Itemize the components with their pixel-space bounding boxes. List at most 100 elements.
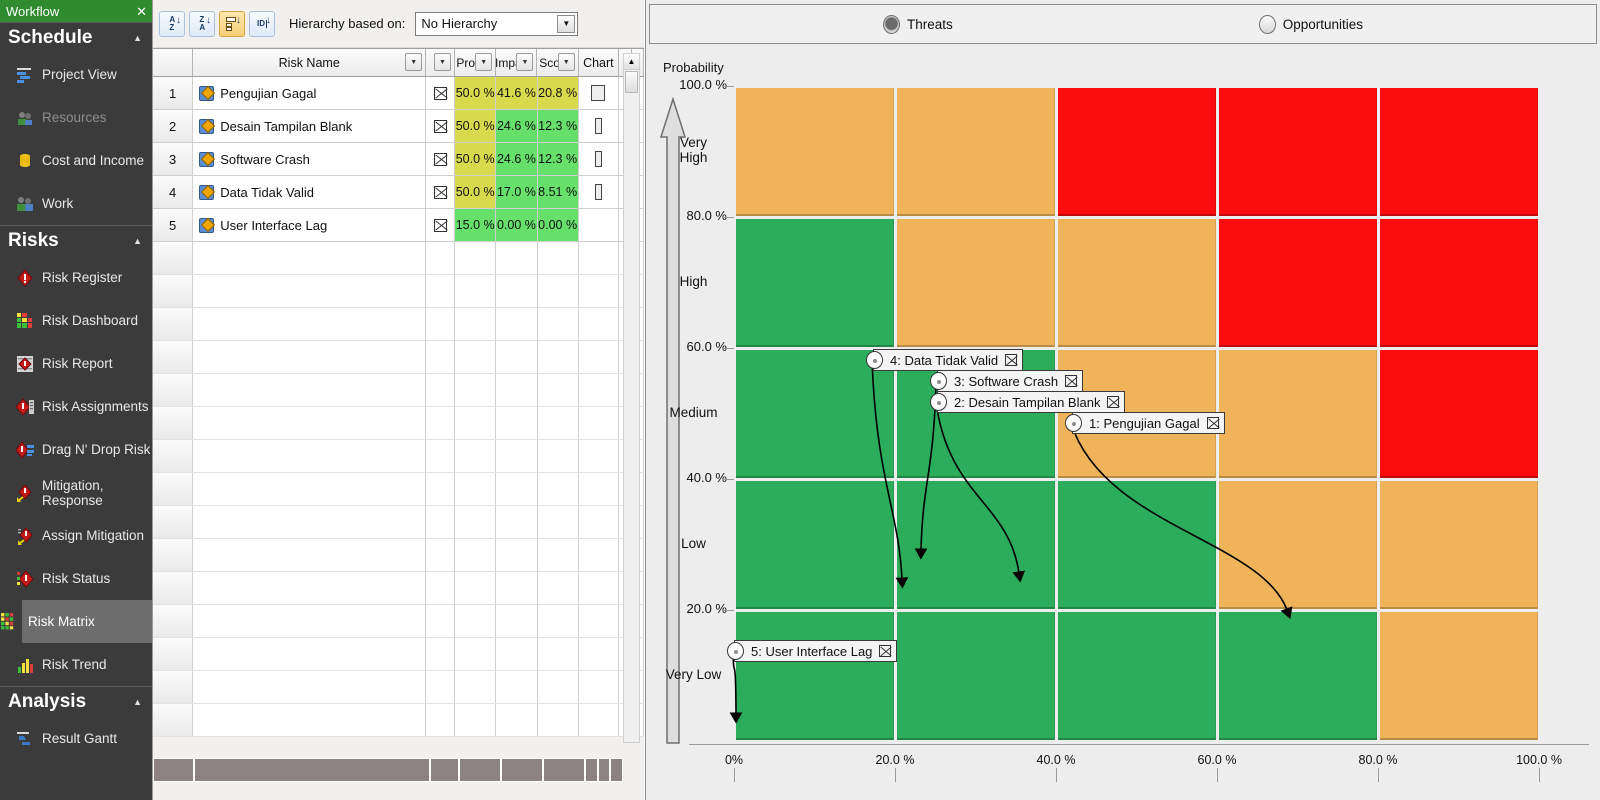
table-empty-row[interactable] xyxy=(153,605,644,638)
matrix-cell-green[interactable] xyxy=(736,219,894,347)
sidebar-item-risk-register[interactable]: Risk Register xyxy=(0,256,152,299)
hscroll-segment[interactable] xyxy=(610,758,623,782)
risk-point-handle[interactable] xyxy=(1065,414,1082,432)
hscroll-segment[interactable] xyxy=(153,758,194,782)
column-header-prob[interactable]: Prol▼ xyxy=(455,49,496,76)
probability-cell[interactable]: 50.0 % xyxy=(455,110,496,142)
sidebar-item-risk-assignments[interactable]: Risk Assignments xyxy=(0,385,152,428)
sidebar-item-drag-n-drop-risk[interactable]: Drag N' Drop Risk xyxy=(0,428,152,471)
opportunities-radio[interactable]: Opportunities xyxy=(1259,15,1363,34)
risk-type-cell[interactable] xyxy=(426,143,455,175)
table-empty-row[interactable] xyxy=(153,275,644,308)
matrix-cell-green[interactable] xyxy=(897,481,1055,609)
table-row[interactable]: 5User Interface Lag15.0 %0.00 %0.00 % xyxy=(153,209,644,242)
matrix-cell-green[interactable] xyxy=(1219,612,1377,740)
hscroll-segment[interactable] xyxy=(598,758,611,782)
table-empty-row[interactable] xyxy=(153,572,644,605)
risk-point-label[interactable]: 5: User Interface Lag xyxy=(734,640,897,662)
radio-selected-icon[interactable] xyxy=(883,15,900,34)
table-empty-row[interactable] xyxy=(153,473,644,506)
column-header-chart[interactable]: Chart xyxy=(579,49,619,76)
score-cell[interactable]: 12.3 % xyxy=(538,143,579,175)
probability-cell[interactable]: 50.0 % xyxy=(455,176,496,208)
hscroll-segment[interactable] xyxy=(194,758,430,782)
matrix-cell-green[interactable] xyxy=(736,350,894,478)
sidebar-item-result-gantt[interactable]: Result Gantt xyxy=(0,717,152,760)
chart-cell[interactable] xyxy=(579,176,619,208)
matrix-cell-green[interactable] xyxy=(897,612,1055,740)
sidebar-item-risk-report[interactable]: Risk Report xyxy=(0,342,152,385)
matrix-cell-red[interactable] xyxy=(1380,350,1538,478)
sidebar-item-risk-matrix[interactable]: Risk Matrix xyxy=(22,600,152,643)
matrix-cell-orange[interactable] xyxy=(1380,481,1538,609)
probability-cell[interactable]: 15.0 % xyxy=(455,209,496,241)
matrix-cell-red[interactable] xyxy=(1058,88,1216,216)
remove-risk-icon[interactable] xyxy=(1107,396,1119,408)
score-cell[interactable]: 8.51 % xyxy=(538,176,579,208)
remove-risk-icon[interactable] xyxy=(1065,375,1077,387)
remove-risk-icon[interactable] xyxy=(879,645,891,657)
matrix-cell-orange[interactable] xyxy=(897,88,1055,216)
close-icon[interactable]: ✕ xyxy=(136,5,147,18)
hierarchy-select[interactable]: No Hierarchy ▼ xyxy=(415,12,578,36)
remove-risk-icon[interactable] xyxy=(1207,417,1219,429)
chart-cell[interactable] xyxy=(579,209,619,241)
sidebar-item-risk-dashboard[interactable]: Risk Dashboard xyxy=(0,299,152,342)
table-empty-row[interactable] xyxy=(153,440,644,473)
probability-cell[interactable]: 50.0 % xyxy=(455,77,496,109)
hscroll-segment[interactable] xyxy=(430,758,459,782)
risk-name-cell[interactable]: User Interface Lag xyxy=(193,209,426,241)
table-row[interactable]: 1Pengujian Gagal50.0 %41.6 %20.8 % xyxy=(153,77,644,110)
risk-point-handle[interactable] xyxy=(866,351,883,369)
risk-name-cell[interactable]: Software Crash xyxy=(193,143,426,175)
risk-point-label[interactable]: 1: Pengujian Gagal xyxy=(1072,412,1225,434)
sidebar-item-cost-and-income[interactable]: Cost and Income xyxy=(0,139,152,182)
table-empty-row[interactable] xyxy=(153,506,644,539)
table-empty-row[interactable] xyxy=(153,671,644,704)
score-cell[interactable]: 0.00 % xyxy=(538,209,579,241)
column-filter-icon[interactable]: ▼ xyxy=(434,53,451,71)
risk-name-cell[interactable]: Pengujian Gagal xyxy=(193,77,426,109)
table-empty-row[interactable] xyxy=(153,704,644,737)
probability-cell[interactable]: 50.0 % xyxy=(455,143,496,175)
risk-point-label[interactable]: 2: Desain Tampilan Blank xyxy=(937,391,1125,413)
sidebar-section-analysis[interactable]: Analysis▲ xyxy=(0,686,152,717)
matrix-cell-orange[interactable] xyxy=(1219,350,1377,478)
sidebar-item-project-view[interactable]: Project View xyxy=(0,53,152,96)
matrix-cell-orange[interactable] xyxy=(1380,612,1538,740)
matrix-cell-orange[interactable] xyxy=(897,219,1055,347)
hscroll-segment[interactable] xyxy=(543,758,585,782)
table-empty-row[interactable] xyxy=(153,374,644,407)
matrix-cell-green[interactable] xyxy=(1058,612,1216,740)
chevron-up-icon[interactable]: ▲ xyxy=(133,236,142,246)
matrix-cell-red[interactable] xyxy=(1380,88,1538,216)
chevron-up-icon[interactable]: ▲ xyxy=(133,33,142,43)
sort-ascending-button[interactable]: AZ↓ xyxy=(159,11,185,37)
impact-cell[interactable]: 24.6 % xyxy=(496,110,537,142)
chevron-up-icon[interactable]: ▲ xyxy=(133,697,142,707)
table-empty-row[interactable] xyxy=(153,341,644,374)
risk-point-handle[interactable] xyxy=(930,393,947,411)
column-header-flag[interactable]: ▼ xyxy=(426,49,455,76)
column-header-num[interactable] xyxy=(153,49,193,76)
sidebar-item-mitigation-response[interactable]: Mitigation, Response xyxy=(0,471,152,514)
risk-type-cell[interactable] xyxy=(426,110,455,142)
risk-point-label[interactable]: 3: Software Crash xyxy=(937,370,1083,392)
risk-type-cell[interactable] xyxy=(426,176,455,208)
risk-type-cell[interactable] xyxy=(426,77,455,109)
sidebar-section-risks[interactable]: Risks▲ xyxy=(0,225,152,256)
matrix-cell-green[interactable] xyxy=(1058,481,1216,609)
matrix-cell-orange[interactable] xyxy=(1219,481,1377,609)
column-filter-icon[interactable]: ▼ xyxy=(558,53,575,71)
threats-radio[interactable]: Threats xyxy=(883,15,953,34)
scrollbar-thumb[interactable] xyxy=(625,71,638,93)
scroll-up-icon[interactable]: ▲ xyxy=(624,54,639,70)
chevron-down-icon[interactable]: ▼ xyxy=(557,15,575,33)
sort-descending-button[interactable]: ZA↓ xyxy=(189,11,215,37)
table-row[interactable]: 4Data Tidak Valid50.0 %17.0 %8.51 % xyxy=(153,176,644,209)
risk-point-handle[interactable] xyxy=(930,372,947,390)
table-empty-row[interactable] xyxy=(153,308,644,341)
hscroll-segment[interactable] xyxy=(501,758,543,782)
sort-by-id-button[interactable]: ID↓ xyxy=(249,11,275,37)
score-cell[interactable]: 20.8 % xyxy=(538,77,579,109)
